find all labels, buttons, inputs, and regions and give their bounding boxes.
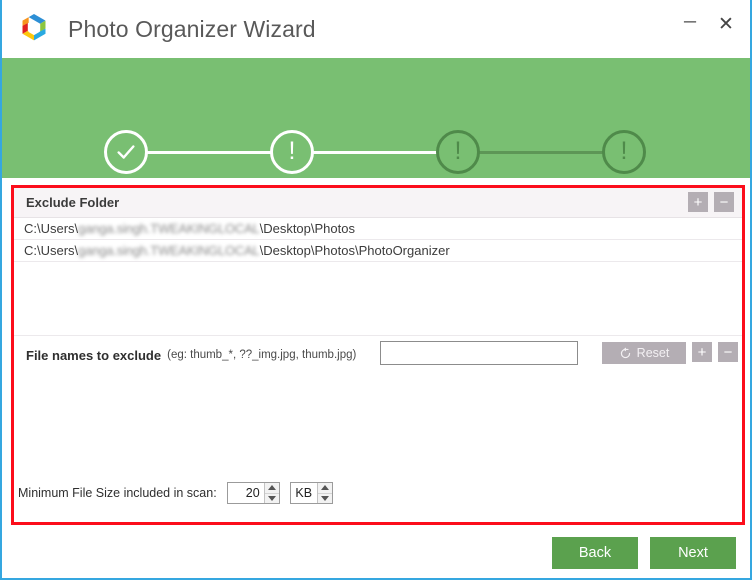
check-icon <box>104 130 148 174</box>
folder-path-redacted: ganga.singh.TWEAKINGLOCAL <box>78 243 260 258</box>
file-names-exclude-row: File names to exclude (eg: thumb_*, ??_i… <box>14 338 742 372</box>
min-file-size-row: Minimum File Size included in scan: 20 K… <box>14 478 742 508</box>
list-item[interactable]: C:\Users\ ganga.singh.TWEAKINGLOCAL \Deskt… <box>14 218 742 240</box>
file-names-label: File names to exclude <box>26 347 162 363</box>
chevron-up-icon <box>267 485 276 491</box>
next-button[interactable]: Next <box>650 537 736 569</box>
exclamation-icon: ! <box>436 130 480 174</box>
list-divider <box>14 335 742 336</box>
wizard-footer: Back Next <box>2 526 750 580</box>
min-file-size-unit-value[interactable]: KB <box>291 483 317 503</box>
remove-folder-button[interactable]: − <box>714 192 734 212</box>
app-logo-icon <box>14 9 54 49</box>
min-file-size-unit-stepper[interactable]: KB <box>289 482 333 504</box>
min-file-size-label: Minimum File Size included in scan: <box>18 486 217 500</box>
wizard-stepper: Select Location ! Organize Settings ! <box>2 58 750 215</box>
close-icon[interactable]: ✕ <box>708 1 744 47</box>
min-file-size-stepper[interactable]: 20 <box>226 482 280 504</box>
exclude-folder-list[interactable]: C:\Users\ ganga.singh.TWEAKINGLOCAL \Deskt… <box>14 218 742 336</box>
refresh-icon <box>620 346 630 358</box>
min-file-size-arrows <box>263 483 279 504</box>
exclude-folder-header: Exclude Folder + − <box>14 188 742 218</box>
remove-file-name-button[interactable]: − <box>718 342 738 362</box>
app-title: Photo Organizer Wizard <box>68 15 316 42</box>
min-file-size-value[interactable]: 20 <box>228 483 264 503</box>
unit-decrement[interactable] <box>318 494 332 504</box>
file-names-hint: (eg: thumb_*, ??_img.jpg, thumb.jpg) <box>167 349 357 361</box>
add-folder-button[interactable]: + <box>688 192 708 212</box>
add-file-name-button[interactable]: + <box>692 342 712 362</box>
exclude-folder-actions: + − <box>688 192 734 212</box>
folder-path-suffix: \Desktop\Photos\PhotoOrganizer <box>259 243 450 258</box>
exclude-folder-title: Exclude Folder <box>26 195 120 210</box>
folder-path-prefix: C:\Users\ <box>24 243 79 258</box>
wizard-window: Photo Organizer Wizard ─ ✕ Select Locati… <box>0 0 752 580</box>
chevron-down-icon <box>320 495 329 501</box>
chevron-up-icon <box>320 485 329 491</box>
folder-path-prefix: C:\Users\ <box>24 221 79 236</box>
file-names-actions: + − <box>692 342 738 362</box>
exclamation-glyph: ! <box>620 137 628 165</box>
exclamation-icon: ! <box>602 130 646 174</box>
organize-settings-panel: Exclude Folder + − C:\Users\ ganga.singh.… <box>11 185 745 525</box>
exclamation-icon: ! <box>270 130 314 174</box>
exclamation-glyph: ! <box>288 137 296 165</box>
chevron-down-icon <box>267 495 276 501</box>
reset-label: Reset <box>636 346 670 360</box>
exclamation-glyph: ! <box>454 137 462 165</box>
back-button[interactable]: Back <box>552 537 638 569</box>
reset-button[interactable]: Reset <box>602 342 686 364</box>
folder-path-redacted: ganga.singh.TWEAKINGLOCAL <box>78 221 260 236</box>
min-file-size-unit-arrows <box>316 483 332 504</box>
file-names-input[interactable] <box>380 341 578 365</box>
window-controls: ─ ✕ <box>672 0 750 48</box>
minimize-icon[interactable]: ─ <box>672 1 708 47</box>
folder-path-suffix: \Desktop\Photos <box>259 221 355 236</box>
min-file-size-increment[interactable] <box>264 483 279 494</box>
unit-increment[interactable] <box>317 483 332 494</box>
min-file-size-decrement[interactable] <box>265 494 279 504</box>
list-item[interactable]: C:\Users\ ganga.singh.TWEAKINGLOCAL \Deskt… <box>14 240 742 262</box>
title-bar: Photo Organizer Wizard ─ ✕ <box>2 0 750 58</box>
